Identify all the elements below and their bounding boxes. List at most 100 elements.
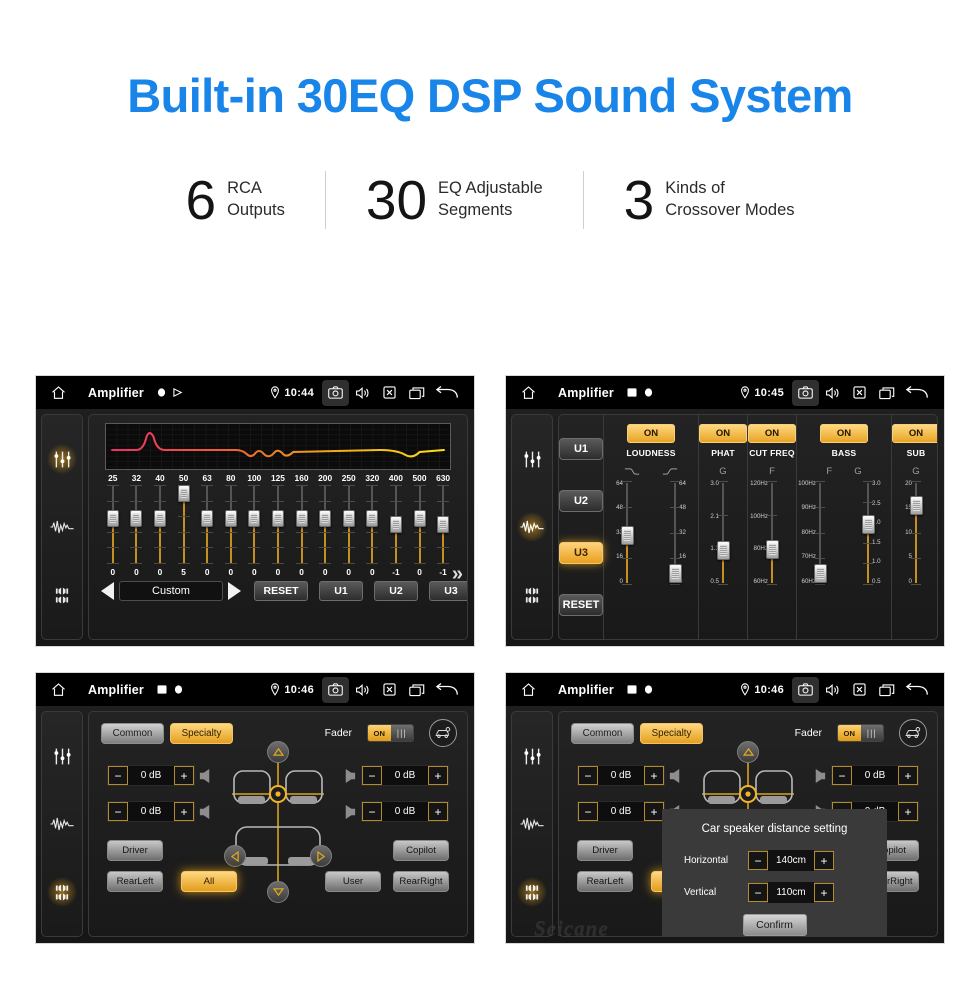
minus-button[interactable]: − [578,802,598,821]
volume-icon[interactable] [819,677,846,703]
user-preset-u1-button[interactable]: U1 [559,438,603,460]
cut-freq-slider[interactable]: 120Hz 100Hz 80Hz 60Hz [749,480,795,585]
vertical-plus-button[interactable]: + [814,883,834,902]
loudness-slider-left[interactable]: 64 48 32 16 0 [604,480,650,585]
loudness-on-button[interactable]: ON [627,424,675,443]
eq-slider[interactable]: 0 [125,485,149,577]
seat-button-rearright[interactable]: RearRight [393,871,449,892]
seat-button-driver[interactable]: Driver [107,840,163,861]
loudness-slider-right[interactable]: 64 48 32 16 0 [652,480,698,585]
minus-button[interactable]: − [362,802,382,821]
horizontal-minus-button[interactable]: − [748,851,768,870]
eq-slider[interactable]: -1 [384,485,408,577]
horizontal-plus-button[interactable]: + [814,851,834,870]
fader-toggle[interactable]: ON ||| [367,724,414,742]
tab-specialty[interactable]: Specialty [640,722,703,744]
fader-up-button[interactable] [267,741,289,763]
reset-button[interactable]: RESET [559,594,603,616]
camera-icon[interactable] [322,676,349,703]
back-arrow-icon[interactable] [430,380,464,406]
home-icon[interactable] [48,681,68,699]
user-preset-u3-button[interactable]: U3 [559,542,603,564]
eq-slider[interactable]: 0 [148,485,172,577]
preset-u2-button[interactable]: U2 [374,581,418,601]
minus-button[interactable]: − [108,802,128,821]
seat-button-rearleft[interactable]: RearLeft [577,871,633,892]
balance-fader-icon[interactable] [47,580,77,610]
equalizer-icon[interactable] [47,741,77,771]
plus-button[interactable]: + [428,802,448,821]
plus-button[interactable]: + [174,766,194,785]
volume-icon[interactable] [349,380,376,406]
next-preset-arrow-icon[interactable] [228,582,241,600]
user-preset-u2-button[interactable]: U2 [559,490,603,512]
reset-button[interactable]: RESET [254,581,308,601]
confirm-button[interactable]: Confirm [742,914,807,936]
waveform-icon[interactable] [517,809,547,839]
preset-name[interactable]: Custom [119,581,223,601]
home-icon[interactable] [518,384,538,402]
seat-button-driver[interactable]: Driver [577,840,633,861]
back-arrow-icon[interactable] [900,380,934,406]
tab-common[interactable]: Common [571,722,634,744]
eq-slider[interactable]: 0 [219,485,243,577]
tab-common[interactable]: Common [101,722,164,744]
camera-icon[interactable] [322,379,349,406]
eq-slider[interactable]: 5 [172,485,196,577]
fader-left-button[interactable] [224,845,246,867]
fader-right-button[interactable] [310,845,332,867]
eq-slider[interactable]: 0 [243,485,267,577]
eq-slider[interactable]: 0 [101,485,125,577]
bass-gain-slider[interactable]: 3.0 2.5 2.0 1.5 1.0 0.5 [845,480,891,585]
plus-button[interactable]: + [174,802,194,821]
recent-apps-icon[interactable] [403,380,430,406]
plus-button[interactable]: + [644,766,664,785]
eq-slider[interactable]: 0 [361,485,385,577]
bass-frequency-slider[interactable]: 100Hz 90Hz 80Hz 70Hz 60Hz [797,480,843,585]
plus-button[interactable]: + [898,802,918,821]
recent-apps-icon[interactable] [873,380,900,406]
mute-icon[interactable] [846,380,873,406]
equalizer-icon[interactable] [47,444,77,474]
sub-slider[interactable]: 20 15 10 5 0 [893,480,937,585]
car-settings-button[interactable] [899,719,927,747]
phat-on-button[interactable]: ON [699,424,747,443]
balance-fader-icon[interactable] [47,877,77,907]
seat-button-all[interactable]: All [181,871,237,892]
seat-button-copilot[interactable]: Copilot [393,840,449,861]
seat-button-user[interactable]: User [325,871,381,892]
home-icon[interactable] [48,384,68,402]
fader-toggle[interactable]: ON ||| [837,724,884,742]
mute-icon[interactable] [846,677,873,703]
eq-slider[interactable]: 0 [313,485,337,577]
next-page-chevron-icon[interactable]: » [452,563,463,586]
minus-button[interactable]: − [832,766,852,785]
volume-icon[interactable] [819,380,846,406]
seat-button-rearleft[interactable]: RearLeft [107,871,163,892]
mute-icon[interactable] [376,677,403,703]
waveform-icon[interactable] [47,809,77,839]
minus-button[interactable]: − [362,766,382,785]
waveform-icon[interactable] [47,512,77,542]
waveform-icon[interactable] [517,512,547,542]
car-settings-button[interactable] [429,719,457,747]
eq-slider[interactable]: 0 [408,485,432,577]
fader-down-button[interactable] [267,881,289,903]
eq-slider[interactable]: 0 [195,485,219,577]
camera-icon[interactable] [792,379,819,406]
mute-icon[interactable] [376,380,403,406]
minus-button[interactable]: − [578,766,598,785]
eq-slider[interactable]: 0 [266,485,290,577]
back-arrow-icon[interactable] [900,677,934,703]
eq-slider[interactable]: 0 [290,485,314,577]
eq-slider[interactable]: 0 [337,485,361,577]
equalizer-icon[interactable] [517,444,547,474]
fader-up-button[interactable] [737,741,759,763]
tab-specialty[interactable]: Specialty [170,722,233,744]
vertical-minus-button[interactable]: − [748,883,768,902]
cut-freq-on-button[interactable]: ON [748,424,796,443]
minus-button[interactable]: − [108,766,128,785]
recent-apps-icon[interactable] [873,677,900,703]
home-icon[interactable] [518,681,538,699]
plus-button[interactable]: + [428,766,448,785]
